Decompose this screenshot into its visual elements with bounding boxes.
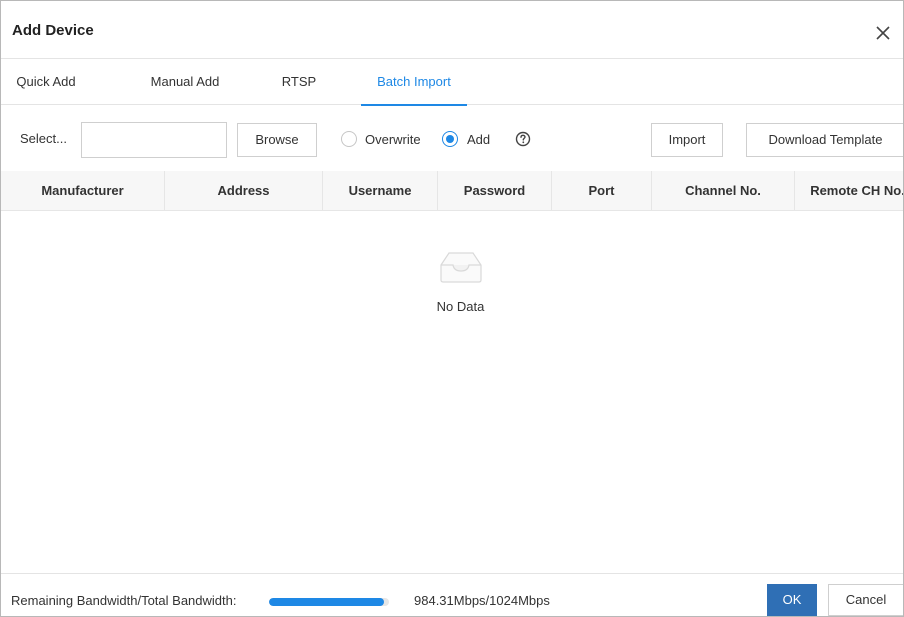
tab-bar: Quick Add Manual Add RTSP Batch Import [1, 59, 903, 106]
dialog-footer: Remaining Bandwidth/Total Bandwidth: 984… [1, 573, 903, 616]
download-template-button[interactable]: Download Template [746, 123, 903, 157]
ok-button[interactable]: OK [767, 584, 817, 616]
empty-state-text: No Data [436, 299, 485, 314]
column-header-username[interactable]: Username [323, 171, 438, 211]
column-header-remote-ch-no[interactable]: Remote CH No. [795, 171, 903, 211]
table-header: Manufacturer Address Username Password P… [1, 171, 903, 211]
bandwidth-bar [269, 598, 389, 606]
file-path-input[interactable] [81, 122, 227, 158]
tab-manual-add[interactable]: Manual Add [145, 59, 225, 105]
import-button[interactable]: Import [651, 123, 723, 157]
tab-quick-add[interactable]: Quick Add [12, 59, 80, 105]
select-file-label: Select... [20, 131, 67, 146]
bandwidth-label: Remaining Bandwidth/Total Bandwidth: [11, 593, 237, 608]
bandwidth-value: 984.31Mbps/1024Mbps [414, 593, 550, 608]
column-header-password[interactable]: Password [438, 171, 552, 211]
tab-rtsp[interactable]: RTSP [279, 59, 319, 105]
dialog-header: Add Device [1, 1, 903, 59]
overwrite-label: Overwrite [365, 132, 421, 147]
column-header-manufacturer[interactable]: Manufacturer [1, 171, 165, 211]
add-device-dialog: Add Device Quick Add Manual Add RTSP Bat… [0, 0, 904, 617]
add-radio[interactable] [442, 131, 458, 147]
tab-batch-import[interactable]: Batch Import [361, 59, 467, 106]
bandwidth-bar-fill [269, 598, 385, 606]
browse-button[interactable]: Browse [237, 123, 317, 157]
overwrite-radio[interactable] [341, 131, 357, 147]
close-icon[interactable] [871, 21, 895, 45]
import-toolbar: Select... Browse Overwrite Add Import Do… [1, 105, 903, 171]
inbox-icon [436, 247, 486, 287]
question-circle-icon[interactable] [515, 131, 531, 147]
column-header-port[interactable]: Port [552, 171, 652, 211]
cancel-button[interactable]: Cancel [828, 584, 903, 616]
column-header-channel-no[interactable]: Channel No. [652, 171, 795, 211]
column-header-address[interactable]: Address [165, 171, 323, 211]
add-label: Add [467, 132, 491, 147]
dialog-title: Add Device [12, 22, 94, 39]
